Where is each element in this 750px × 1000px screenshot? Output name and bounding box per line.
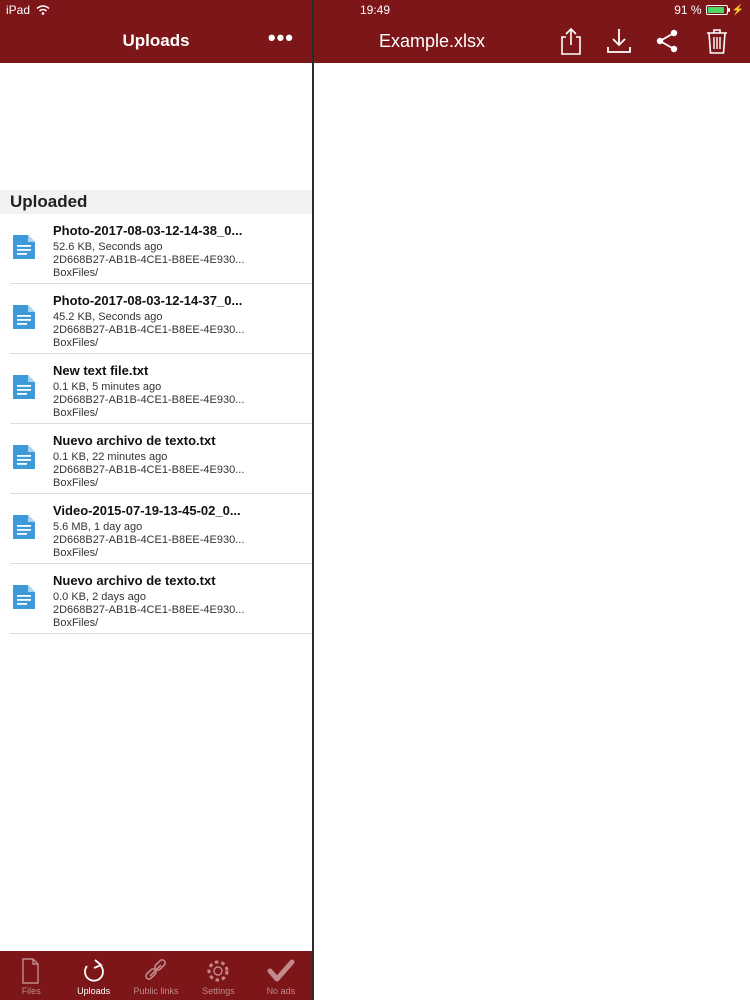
file-folder: BoxFiles/ xyxy=(53,407,99,419)
section-header-uploaded: Uploaded xyxy=(0,190,312,214)
list-item[interactable]: Photo-2017-08-03-12-14-37_0... 45.2 KB, … xyxy=(10,284,312,354)
battery-icon xyxy=(705,5,730,15)
download-icon xyxy=(607,29,631,53)
checkmark-icon xyxy=(267,959,295,982)
file-name: Video-2015-07-19-13-45-02_0... xyxy=(53,503,241,518)
file-folder: BoxFiles/ xyxy=(53,477,99,489)
document-preview xyxy=(314,63,750,1000)
document-icon xyxy=(13,445,35,469)
tab-label: Settings xyxy=(202,986,235,996)
file-id: 2D668B27-AB1B-4CE1-B8EE-4E930... xyxy=(53,604,245,616)
file-id: 2D668B27-AB1B-4CE1-B8EE-4E930... xyxy=(53,534,245,546)
file-name: Photo-2017-08-03-12-14-37_0... xyxy=(53,293,243,308)
tab-no-ads[interactable]: No ads xyxy=(250,951,312,1000)
document-icon xyxy=(13,375,35,399)
uploads-pane: Uploaded Photo-2017-08-03-12-14-38_0... … xyxy=(0,63,312,951)
tab-bar: Files Uploads Public links Settings No a… xyxy=(0,951,312,1000)
top-bar: iPad 19:49 91 % ⚡ Uploads ••• Example.xl… xyxy=(0,0,750,63)
file-folder: BoxFiles/ xyxy=(53,267,99,279)
battery-percent: 91 % xyxy=(674,3,702,17)
file-size-time: 5.6 MB, 1 day ago xyxy=(53,521,143,533)
left-nav-bar: Uploads ••• xyxy=(0,20,312,63)
list-item[interactable]: Nuevo archivo de texto.txt 0.1 KB, 22 mi… xyxy=(10,424,312,494)
charging-icon: ⚡ xyxy=(731,4,744,16)
file-size-time: 0.1 KB, 5 minutes ago xyxy=(53,381,162,393)
file-size-time: 52.6 KB, Seconds ago xyxy=(53,241,163,253)
file-size-time: 0.1 KB, 22 minutes ago xyxy=(53,451,168,463)
clock: 19:49 xyxy=(359,3,391,17)
more-options-button[interactable]: ••• xyxy=(268,27,294,49)
file-list: Photo-2017-08-03-12-14-38_0... 52.6 KB, … xyxy=(0,214,312,634)
tab-settings[interactable]: Settings xyxy=(187,951,249,1000)
document-icon xyxy=(13,515,35,539)
delete-button[interactable] xyxy=(703,26,731,56)
download-button[interactable] xyxy=(605,26,633,56)
app-window: iPad 19:49 91 % ⚡ Uploads ••• Example.xl… xyxy=(0,0,750,1000)
document-icon xyxy=(13,235,35,259)
file-size-time: 0.0 KB, 2 days ago xyxy=(53,591,146,603)
list-item[interactable]: Photo-2017-08-03-12-14-38_0... 52.6 KB, … xyxy=(10,214,312,284)
gear-icon xyxy=(207,960,229,982)
tab-label: Public links xyxy=(133,986,179,996)
files-icon xyxy=(22,958,39,984)
right-nav-bar: Example.xlsx xyxy=(314,20,750,63)
file-folder: BoxFiles/ xyxy=(53,337,99,349)
tab-uploads[interactable]: Uploads xyxy=(62,951,124,1000)
tab-label: Uploads xyxy=(77,986,111,996)
document-icon xyxy=(13,585,35,609)
file-id: 2D668B27-AB1B-4CE1-B8EE-4E930... xyxy=(53,394,245,406)
status-bar: iPad 19:49 91 % ⚡ xyxy=(0,0,750,20)
list-item[interactable]: Video-2015-07-19-13-45-02_0... 5.6 MB, 1… xyxy=(10,494,312,564)
export-button[interactable] xyxy=(557,26,585,56)
tab-label: Files xyxy=(21,986,41,996)
file-folder: BoxFiles/ xyxy=(53,617,99,629)
tab-label: No ads xyxy=(266,986,296,996)
list-item[interactable]: New text file.txt 0.1 KB, 5 minutes ago … xyxy=(10,354,312,424)
tab-files[interactable]: Files xyxy=(0,951,62,1000)
trash-icon xyxy=(707,29,727,54)
uploads-icon xyxy=(83,959,104,982)
file-name: Nuevo archivo de texto.txt xyxy=(53,573,216,588)
document-icon xyxy=(13,305,35,329)
page-title: Uploads xyxy=(122,31,190,50)
share-button[interactable] xyxy=(653,26,681,56)
file-folder: BoxFiles/ xyxy=(53,547,99,559)
export-icon xyxy=(561,27,581,55)
file-name: New text file.txt xyxy=(53,363,149,378)
file-id: 2D668B27-AB1B-4CE1-B8EE-4E930... xyxy=(53,464,245,476)
file-size-time: 45.2 KB, Seconds ago xyxy=(53,311,163,323)
list-item[interactable]: Nuevo archivo de texto.txt 0.0 KB, 2 day… xyxy=(10,564,312,634)
file-name: Photo-2017-08-03-12-14-38_0... xyxy=(53,223,243,238)
file-id: 2D668B27-AB1B-4CE1-B8EE-4E930... xyxy=(53,254,245,266)
tab-public-links[interactable]: Public links xyxy=(125,951,187,1000)
file-name: Nuevo archivo de texto.txt xyxy=(53,433,216,448)
file-id: 2D668B27-AB1B-4CE1-B8EE-4E930... xyxy=(53,324,245,336)
document-title: Example.xlsx xyxy=(379,31,486,51)
share-icon xyxy=(656,29,678,53)
link-icon xyxy=(145,959,166,980)
